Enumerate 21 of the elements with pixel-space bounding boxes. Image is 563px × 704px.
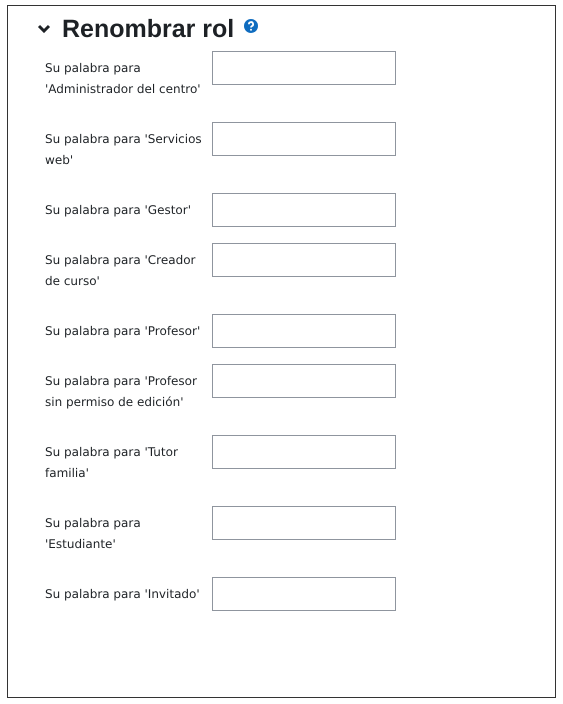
- field-label: Su palabra para 'Gestor': [45, 202, 192, 219]
- field-label: Su palabra para 'Profesor sin permiso de edición': [45, 373, 198, 411]
- input-field[interactable]: [212, 193, 396, 227]
- field-label: Su palabra para 'Invitado': [45, 586, 201, 603]
- input-field[interactable]: [212, 506, 396, 540]
- field-label: Su palabra para 'Profesor': [45, 323, 202, 340]
- input-field[interactable]: [212, 364, 396, 398]
- input-field[interactable]: [212, 122, 396, 156]
- chevron-icon[interactable]: [36, 23, 52, 35]
- help-icon[interactable]: [244, 19, 258, 33]
- field-label: Su palabra para 'Tutor familia': [45, 444, 179, 482]
- input-field[interactable]: [212, 51, 396, 85]
- field-label: Su palabra para 'Servicios web': [45, 131, 203, 169]
- section-title: Renombrar rol: [62, 16, 234, 42]
- input-field[interactable]: [212, 243, 396, 277]
- field-label: Su palabra para 'Estudiante': [45, 515, 142, 553]
- field-label: Su palabra para 'Creador de curso': [45, 252, 196, 290]
- input-field[interactable]: [212, 435, 396, 469]
- field-label: Su palabra para 'Administrador del centro': [45, 60, 202, 98]
- input-field[interactable]: [212, 314, 396, 348]
- input-field[interactable]: [212, 577, 396, 611]
